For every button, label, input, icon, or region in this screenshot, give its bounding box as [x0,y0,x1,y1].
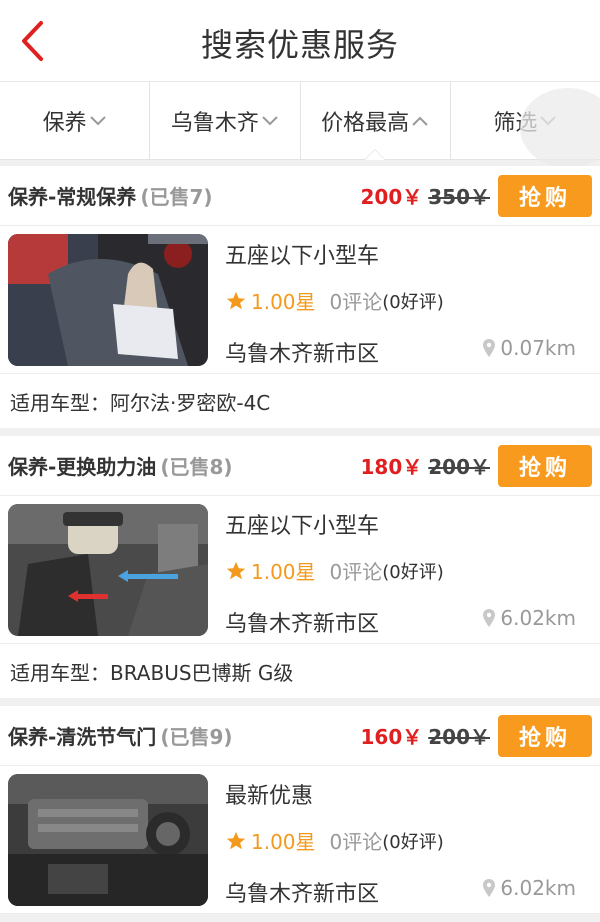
item-title: 保养-更换助力油 [8,455,157,479]
location-pin-icon [482,338,496,358]
distance: 6.02km [482,606,576,630]
distance: 0.07km [482,336,576,360]
price-box: 180￥ 200￥ 抢购 [360,444,592,487]
distance: 6.02km [482,876,576,900]
page-title: 搜索优惠服务 [200,26,399,64]
chevron-down-icon [89,115,107,127]
list-item[interactable]: 保养-清洗节气门 (已售9) 160￥ 200￥ 抢购 最新优惠 1.00星 0… [0,706,600,914]
filter-bar: 保养 乌鲁木齐 价格最高 筛选 [0,82,600,160]
good-review-count: (0好评) [382,291,444,313]
item-thumbnail [8,774,208,906]
buy-button[interactable]: 抢购 [498,174,592,217]
distance-value: 6.02km [500,606,576,630]
filter-city[interactable]: 乌鲁木齐 [150,82,301,159]
item-thumbnail [8,504,208,636]
filter-category[interactable]: 保养 [0,82,151,159]
distance-value: 0.07km [500,336,576,360]
item-body: 五座以下小型车 1.00星 0评论 (0好评) 乌鲁木齐新市区 0.07km [0,226,600,374]
item-price: 180￥ [360,455,423,479]
service-list: 保养-常规保养 (已售7) 200￥ 350￥ 抢购 五座以下小型车 1.00星… [0,166,600,922]
location-pin-icon [482,608,496,628]
item-old-price: 350￥ [428,185,490,209]
good-review-count: (0好评) [382,831,444,853]
item-header: 保养-清洗节气门 (已售9) 160￥ 200￥ 抢购 [0,706,600,766]
item-sold: (已售9) [160,725,233,749]
price-box: 200￥ 350￥ 抢购 [360,174,592,217]
star-icon [225,830,247,852]
applicable-models: 适用车型：阿尔法·罗密欧-4C [10,390,271,415]
review-count: 0评论 [329,560,383,584]
item-body: 最新优惠 1.00星 0评论 (0好评) 乌鲁木齐新市区 6.02km [0,766,600,914]
review-count: 0评论 [329,830,383,854]
item-price: 200￥ [360,185,423,209]
chevron-up-icon [411,115,429,127]
buy-button[interactable]: 抢购 [498,714,592,757]
active-indicator [364,149,387,160]
item-old-price: 200￥ [428,725,490,749]
distance-value: 6.02km [500,876,576,900]
item-sold: (已售7) [140,185,213,209]
item-thumbnail [8,234,208,366]
car-type: 五座以下小型车 [225,244,380,269]
list-item[interactable]: 保养-更换助力油 (已售8) 180￥ 200￥ 抢购 五座以下小型车 1.00… [0,436,600,698]
item-title: 保养-常规保养 [8,185,137,209]
star-icon [225,290,247,312]
good-review-count: (0好评) [382,561,444,583]
filter-label: 价格最高 [321,110,410,136]
item-title: 保养-清洗节气门 [8,725,157,749]
item-header: 保养-更换助力油 (已售8) 180￥ 200￥ 抢购 [0,436,600,496]
filter-label: 保养 [42,110,87,136]
item-sold: (已售8) [160,455,233,479]
rating-row: 1.00星 0评论 (0好评) [225,556,444,585]
price-box: 160￥ 200￥ 抢购 [360,714,592,757]
filter-label: 乌鲁木齐 [170,110,259,136]
item-price: 160￥ [360,725,423,749]
rating-row: 1.00星 0评论 (0好评) [225,826,444,855]
list-item[interactable]: 保养-常规保养 (已售7) 200￥ 350￥ 抢购 五座以下小型车 1.00星… [0,166,600,428]
rating-row: 1.00星 0评论 (0好评) [225,286,444,315]
buy-button[interactable]: 抢购 [498,444,592,487]
rating-value: 1.00星 [251,560,316,584]
chevron-down-icon [261,115,279,127]
rating-value: 1.00星 [251,830,316,854]
applicable-models: 适用车型：BRABUS巴博斯 G级 [10,660,294,685]
car-type: 最新优惠 [225,784,314,809]
item-old-price: 200￥ [428,455,490,479]
district: 乌鲁木齐新市区 [225,612,380,637]
district: 乌鲁木齐新市区 [225,882,380,907]
star-icon [225,560,247,582]
district: 乌鲁木齐新市区 [225,342,380,367]
item-header: 保养-常规保养 (已售7) 200￥ 350￥ 抢购 [0,166,600,226]
review-count: 0评论 [329,290,383,314]
filter-sort[interactable]: 价格最高 [301,82,451,160]
car-type: 五座以下小型车 [225,514,380,539]
header: 搜索优惠服务 [0,0,600,82]
location-pin-icon [482,878,496,898]
item-body: 五座以下小型车 1.00星 0评论 (0好评) 乌鲁木齐新市区 6.02km [0,496,600,644]
rating-value: 1.00星 [251,290,316,314]
